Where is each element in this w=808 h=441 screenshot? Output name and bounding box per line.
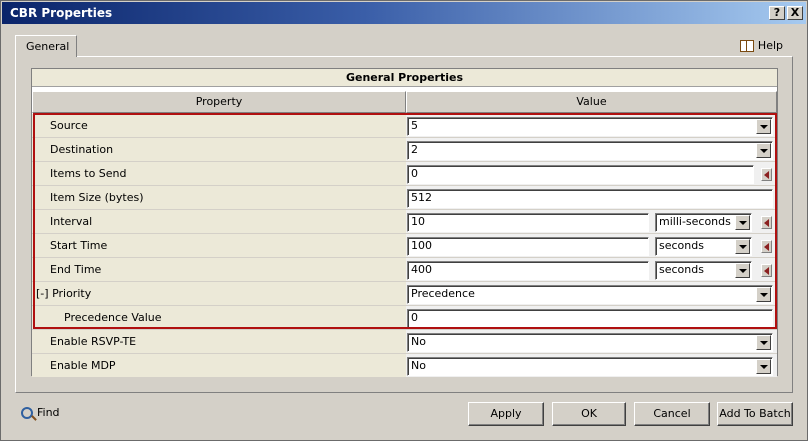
properties-table: General Properties Property Value Source… xyxy=(31,68,778,378)
chevron-down-icon[interactable] xyxy=(735,215,750,230)
reset-arrow-icon[interactable] xyxy=(761,168,772,181)
destination-select[interactable]: 2 xyxy=(407,141,773,160)
row-item-size: Item Size (bytes) 512 xyxy=(32,186,777,210)
property-label: End Time xyxy=(32,258,406,282)
row-priority: [-] Priority Precedence xyxy=(32,282,777,306)
end-time-unit-select[interactable]: seconds xyxy=(655,261,752,280)
property-label: Destination xyxy=(32,138,406,162)
start-time-unit-select[interactable]: seconds xyxy=(655,237,752,256)
tab-general[interactable]: General xyxy=(15,35,77,57)
window-title: CBR Properties xyxy=(10,6,113,20)
title-bar[interactable]: CBR Properties ? X xyxy=(2,2,806,24)
column-header-value[interactable]: Value xyxy=(406,91,777,113)
collapse-toggle[interactable]: [-] xyxy=(36,287,49,300)
chevron-down-icon[interactable] xyxy=(756,143,771,158)
chevron-down-icon[interactable] xyxy=(756,287,771,302)
row-start-time: Start Time 100 seconds xyxy=(32,234,777,258)
close-button[interactable]: X xyxy=(787,6,803,20)
book-icon xyxy=(739,40,754,52)
magnifier-icon xyxy=(21,406,33,419)
row-destination: Destination 2 xyxy=(32,138,777,162)
property-label: Precedence Value xyxy=(32,306,406,330)
reset-arrow-icon[interactable] xyxy=(761,216,772,229)
property-label: Source xyxy=(32,114,406,138)
property-label: Enable MDP xyxy=(32,354,406,378)
interval-input[interactable]: 10 xyxy=(407,213,649,232)
property-label: Enable RSVP-TE xyxy=(32,330,406,354)
item-size-input[interactable]: 512 xyxy=(407,189,773,208)
start-time-input[interactable]: 100 xyxy=(407,237,649,256)
find-button[interactable]: Find xyxy=(21,406,60,419)
chevron-down-icon[interactable] xyxy=(735,263,750,278)
property-label: Interval xyxy=(32,210,406,234)
end-time-input[interactable]: 400 xyxy=(407,261,649,280)
chevron-down-icon[interactable] xyxy=(756,119,771,134)
help-link[interactable]: Help xyxy=(739,39,783,52)
row-interval: Interval 10 milli-seconds xyxy=(32,210,777,234)
row-precedence-value: Precedence Value 0 xyxy=(32,306,777,330)
row-end-time: End Time 400 seconds xyxy=(32,258,777,282)
precedence-value-input[interactable]: 0 xyxy=(407,309,773,328)
chevron-down-icon[interactable] xyxy=(735,239,750,254)
row-items-to-send: Items to Send 0 xyxy=(32,162,777,186)
reset-arrow-icon[interactable] xyxy=(761,264,772,277)
find-label: Find xyxy=(37,406,60,419)
reset-arrow-icon[interactable] xyxy=(761,240,772,253)
cbr-properties-window: CBR Properties ? X General Help General … xyxy=(0,0,808,441)
column-header-property[interactable]: Property xyxy=(32,91,406,113)
chevron-down-icon[interactable] xyxy=(756,359,771,374)
chevron-down-icon[interactable] xyxy=(756,335,771,350)
enable-rsvp-te-select[interactable]: No xyxy=(407,333,773,352)
interval-unit-select[interactable]: milli-seconds xyxy=(655,213,752,232)
priority-select[interactable]: Precedence xyxy=(407,285,773,304)
enable-mdp-select[interactable]: No xyxy=(407,357,773,376)
property-label: Items to Send xyxy=(32,162,406,186)
row-source: Source 5 xyxy=(32,114,777,138)
source-select[interactable]: 5 xyxy=(407,117,773,136)
row-enable-mdp: Enable MDP No xyxy=(32,354,777,378)
row-enable-rsvp-te: Enable RSVP-TE No xyxy=(32,330,777,354)
help-label: Help xyxy=(757,39,783,52)
apply-button[interactable]: Apply xyxy=(468,402,544,426)
items-to-send-input[interactable]: 0 xyxy=(407,165,754,184)
ok-button[interactable]: OK xyxy=(552,402,626,426)
property-label: Priority xyxy=(52,287,92,300)
cancel-button[interactable]: Cancel xyxy=(634,402,710,426)
help-question-button[interactable]: ? xyxy=(769,6,785,20)
section-title: General Properties xyxy=(32,69,777,87)
property-label: Item Size (bytes) xyxy=(32,186,406,210)
add-to-batch-button[interactable]: Add To Batch xyxy=(717,402,793,426)
property-label: Start Time xyxy=(32,234,406,258)
